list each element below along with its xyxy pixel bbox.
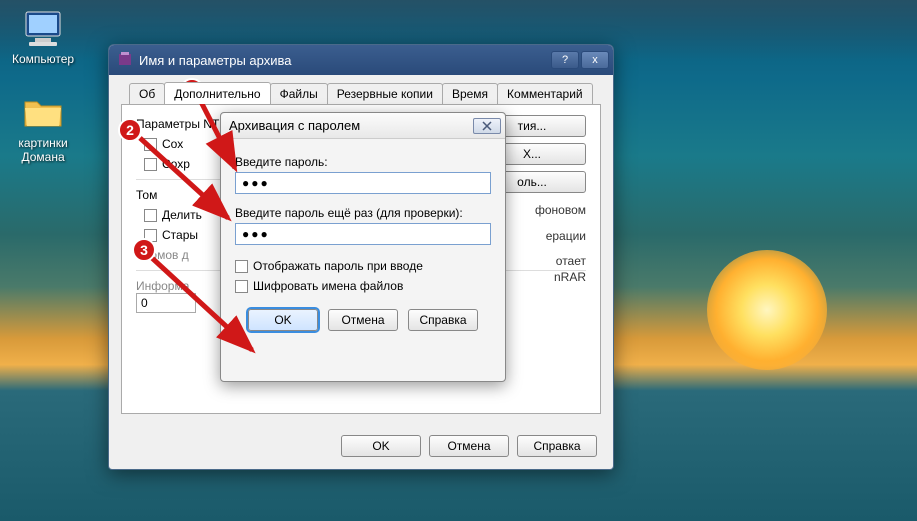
desktop-icon-label: картинки Домана <box>18 136 67 164</box>
parent-help-button[interactable]: Справка <box>517 435 597 457</box>
password-close-button[interactable] <box>473 118 501 134</box>
tab-general[interactable]: Об <box>129 83 165 104</box>
desktop-icon-folder[interactable]: картинки Домана <box>12 94 74 164</box>
checkbox-icon <box>144 229 157 242</box>
desktop-icons: Компьютер картинки Домана <box>12 8 74 192</box>
password-dialog-title: Архивация с паролем <box>229 118 473 133</box>
password-label-2: Введите пароль ещё раз (для проверки): <box>235 206 491 220</box>
computer-icon <box>21 8 65 48</box>
show-password-checkbox[interactable]: Отображать пароль при вводе <box>235 259 491 273</box>
checkbox-icon <box>235 260 248 273</box>
parent-cancel-button[interactable]: Отмена <box>429 435 509 457</box>
checkbox-icon <box>235 280 248 293</box>
password-dialog: Архивация с паролем Введите пароль: Введ… <box>220 112 506 382</box>
titlebar-close-button[interactable]: x <box>581 51 609 69</box>
password-cancel-button[interactable]: Отмена <box>328 309 398 331</box>
desktop-icon-label: Компьютер <box>12 52 74 66</box>
close-icon <box>481 121 493 131</box>
checkbox-icon <box>144 138 157 151</box>
password-label-1: Введите пароль: <box>235 155 491 169</box>
tab-time[interactable]: Время <box>442 83 498 104</box>
tab-backups[interactable]: Резервные копии <box>327 83 443 104</box>
checkbox-icon <box>144 209 157 222</box>
dialog-title: Имя и параметры архива <box>139 53 549 68</box>
folder-icon <box>21 94 65 132</box>
password-ok-button[interactable]: OK <box>248 309 318 331</box>
winrar-icon <box>117 51 133 70</box>
password-input-1[interactable] <box>235 172 491 194</box>
password-input-2[interactable] <box>235 223 491 245</box>
tab-advanced[interactable]: Дополнительно <box>164 82 270 104</box>
titlebar-help-button[interactable]: ? <box>551 51 579 69</box>
tab-comment[interactable]: Комментарий <box>497 83 593 104</box>
desktop-icon-computer[interactable]: Компьютер <box>12 8 74 66</box>
parent-ok-button[interactable]: OK <box>341 435 421 457</box>
info-input[interactable] <box>136 293 196 313</box>
titlebar[interactable]: Имя и параметры архива ? x <box>109 45 613 75</box>
encrypt-names-checkbox[interactable]: Шифровать имена файлов <box>235 279 491 293</box>
tab-files[interactable]: Файлы <box>270 83 328 104</box>
password-titlebar[interactable]: Архивация с паролем <box>221 113 505 139</box>
password-help-button[interactable]: Справка <box>408 309 478 331</box>
tab-strip: Об Дополнительно Файлы Резервные копии В… <box>129 83 601 104</box>
checkbox-icon <box>144 158 157 171</box>
